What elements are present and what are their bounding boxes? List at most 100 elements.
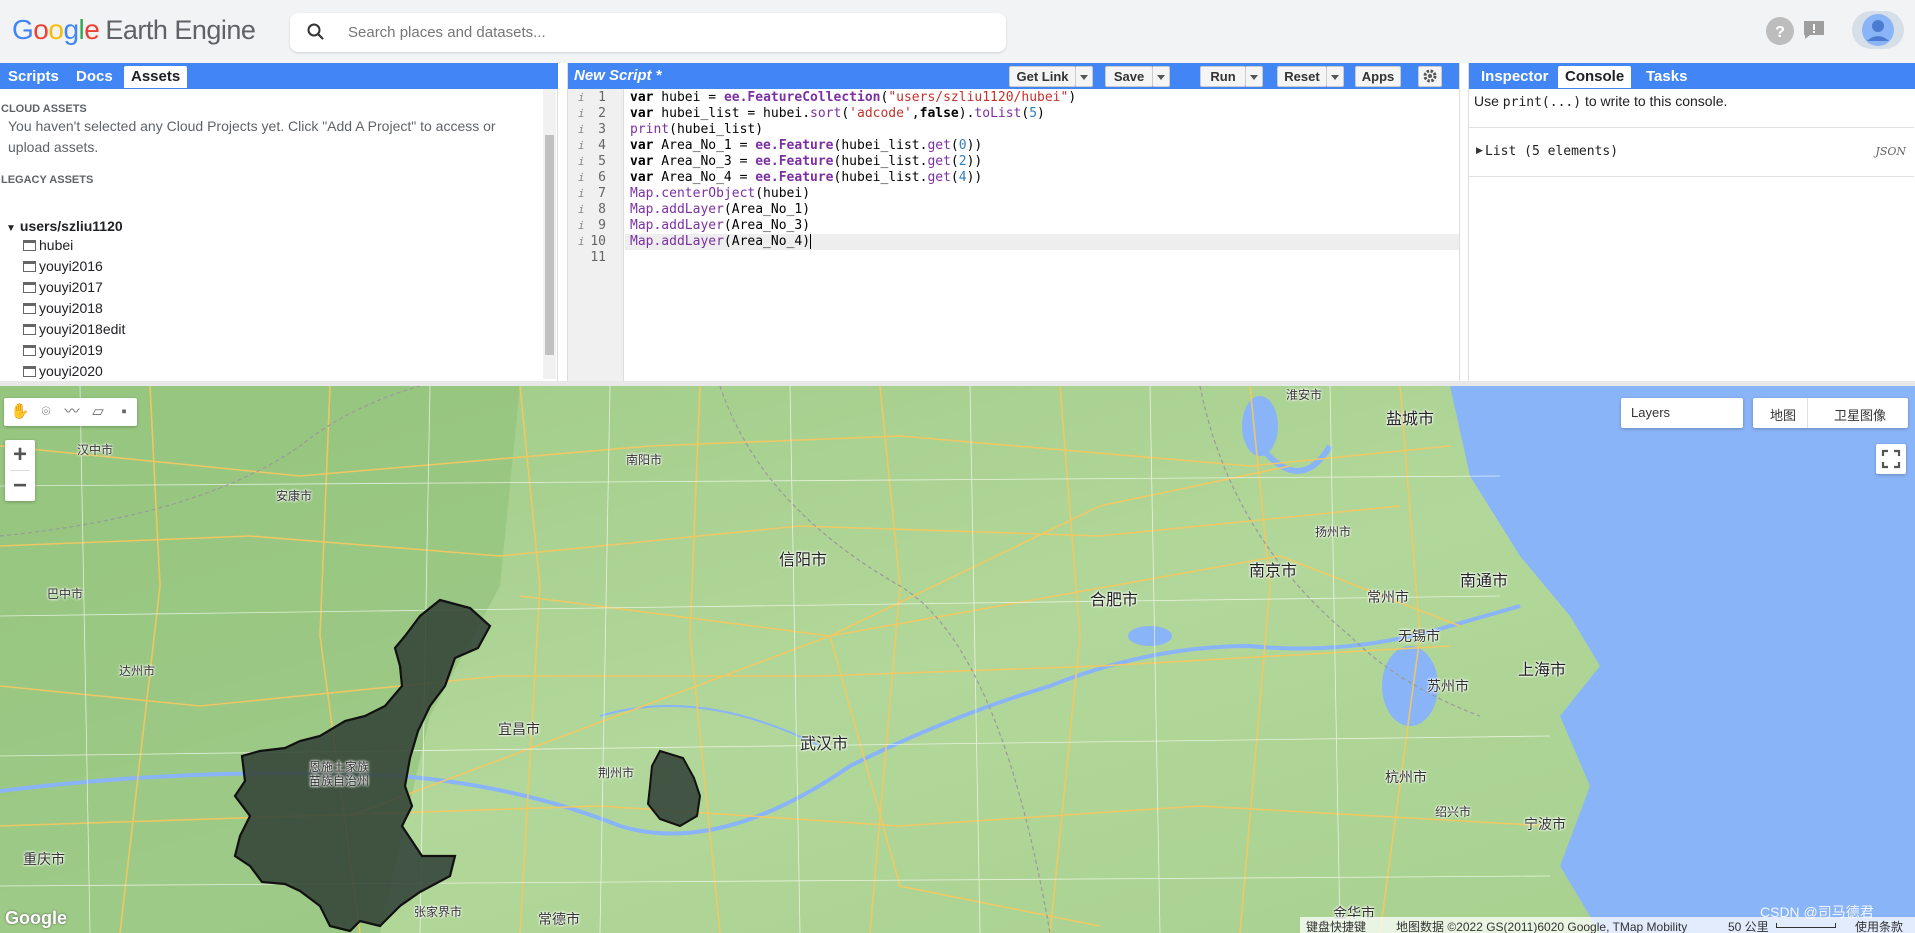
script-title[interactable]: New Script * <box>574 67 662 84</box>
code-line[interactable]: Map.addLayer(Area_No_1) <box>625 202 1459 218</box>
search-input[interactable] <box>348 19 988 45</box>
keyboard-shortcuts-link[interactable]: 键盘快捷键 <box>1306 918 1366 933</box>
asset-item[interactable]: youyi2018 <box>23 298 103 318</box>
table-icon <box>23 261 36 272</box>
map-attribution: 键盘快捷键 地图数据 ©2022 GS(2011)6020 Google, TM… <box>1300 917 1915 933</box>
search-box[interactable] <box>290 13 1006 52</box>
expand-arrow-icon[interactable]: ▶ <box>1476 145 1483 156</box>
asset-item[interactable]: youyi2016 <box>23 256 103 276</box>
tab-console[interactable]: Console <box>1558 66 1632 88</box>
city-label: 汉中市 <box>77 443 114 457</box>
city-label: 武汉市 <box>800 736 849 753</box>
settings-gear-icon[interactable] <box>1418 66 1442 87</box>
map-type-satellite[interactable]: 卫星图像 <box>1834 405 1886 424</box>
account-avatar[interactable] <box>1852 11 1904 49</box>
table-icon <box>23 366 36 377</box>
asset-root-folder[interactable]: ▼ users/szliu1120 <box>6 218 123 234</box>
tab-inspector[interactable]: Inspector <box>1474 66 1556 88</box>
city-label: 扬州市 <box>1315 525 1352 539</box>
city-label: 上海市 <box>1518 662 1567 679</box>
map-canvas[interactable]: 汉中市 安康市 南阳市 巴中市 达州市 信阳市 合肥市 南京市 盐城市 扬州市 … <box>0 386 1915 933</box>
code-line[interactable]: Map.addLayer(Area_No_3) <box>625 218 1459 234</box>
code-line[interactable]: Map.centerObject(hubei) <box>625 186 1459 202</box>
code-area[interactable]: var hubei = ee.FeatureCollection("users/… <box>625 89 1459 381</box>
code-line[interactable]: var Area_No_3 = ee.Feature(hubei_list.ge… <box>625 154 1459 170</box>
cloud-assets-message: You haven't selected any Cloud Projects … <box>8 118 496 155</box>
line-number: i2 <box>578 106 606 121</box>
reset-dropdown[interactable] <box>1327 66 1344 87</box>
get-link-button[interactable]: Get Link <box>1009 66 1076 87</box>
line-number: i5 <box>578 154 606 169</box>
tab-docs[interactable]: Docs <box>69 66 120 88</box>
reset-button[interactable]: Reset <box>1277 66 1327 87</box>
expand-triangle-icon[interactable]: ▼ <box>6 223 16 234</box>
hand-pan-icon[interactable]: ✋ <box>10 402 30 422</box>
line-number: i7 <box>578 186 606 201</box>
asset-item[interactable]: youyi2020 <box>23 361 103 381</box>
save-dropdown[interactable] <box>1153 66 1170 87</box>
code-line[interactable] <box>625 250 1459 266</box>
help-icon[interactable]: ? <box>1766 17 1794 45</box>
code-line[interactable]: var Area_No_4 = ee.Feature(hubei_list.ge… <box>625 170 1459 186</box>
line-number: i6 <box>578 170 606 185</box>
terms-link[interactable]: 使用条款 <box>1855 918 1903 933</box>
rectangle-draw-icon[interactable]: ▪ <box>114 402 134 422</box>
code-line-active[interactable]: Map.addLayer(Area_No_4) <box>625 234 1459 250</box>
console-list-label[interactable]: List (5 elements) <box>1485 144 1618 159</box>
get-link-dropdown[interactable] <box>1076 66 1093 87</box>
feedback-icon[interactable] <box>1802 19 1826 41</box>
fullscreen-icon[interactable] <box>1876 444 1906 474</box>
run-dropdown[interactable] <box>1246 66 1263 87</box>
line-draw-icon[interactable]: 〰 <box>62 402 82 422</box>
line-number: i4 <box>578 138 606 153</box>
json-toggle[interactable]: JSON <box>1875 145 1906 158</box>
code-line[interactable]: var hubei = ee.FeatureCollection("users/… <box>625 90 1459 106</box>
table-icon <box>23 282 36 293</box>
code-line[interactable]: var hubei_list = hubei.sort('adcode',fal… <box>625 106 1459 122</box>
info-icon: i <box>578 219 585 232</box>
tab-assets[interactable]: Assets <box>124 66 188 88</box>
zoom-in-button[interactable]: + <box>5 440 35 470</box>
line-number-gutter: i1 i2 i3 i4 i5 i6 i7 i8 i9 i 10 11 <box>568 89 624 381</box>
city-label: 苗族自治州 <box>309 774 370 788</box>
assets-scrollbar[interactable] <box>543 89 556 379</box>
city-label: 南京市 <box>1249 563 1298 580</box>
save-button[interactable]: Save <box>1105 66 1153 87</box>
tab-scripts[interactable]: Scripts <box>1 66 66 88</box>
city-label: 绍兴市 <box>1435 805 1472 819</box>
table-icon <box>23 345 36 356</box>
info-icon: i <box>578 235 585 248</box>
city-label: 苏州市 <box>1427 678 1469 694</box>
scrollbar-thumb[interactable] <box>545 135 554 355</box>
svg-text:?: ? <box>1775 24 1785 41</box>
right-tab-bar: Inspector Console Tasks <box>1469 63 1915 89</box>
console-hint: Use print(...) to write to this console. <box>1474 93 1728 110</box>
legacy-assets-heading: LEGACY ASSETS <box>1 174 94 186</box>
city-label: 常州市 <box>1367 589 1409 605</box>
apps-button[interactable]: Apps <box>1355 66 1401 87</box>
zoom-controls: + − <box>5 440 35 501</box>
assets-tree: CLOUD ASSETS You haven't selected any Cl… <box>0 89 542 400</box>
map-type-roadmap[interactable]: 地图 <box>1770 405 1796 424</box>
asset-item[interactable]: youyi2017 <box>23 277 103 297</box>
code-line[interactable]: var Area_No_1 = ee.Feature(hubei_list.ge… <box>625 138 1459 154</box>
layers-dropdown[interactable]: Layers <box>1621 398 1743 428</box>
tab-tasks[interactable]: Tasks <box>1639 66 1694 88</box>
asset-item[interactable]: youyi2018edit <box>23 319 125 339</box>
city-label: 南通市 <box>1460 573 1509 590</box>
assets-panel: Scripts Docs Assets CLOUD ASSETS You hav… <box>0 63 558 400</box>
city-label: 信阳市 <box>779 552 828 569</box>
asset-item[interactable]: hubei <box>23 235 73 255</box>
city-label: 宁波市 <box>1524 816 1566 832</box>
code-line[interactable]: print(hubei_list) <box>625 122 1459 138</box>
earth-engine-logo[interactable]: Google Earth Engine <box>12 14 256 46</box>
zoom-out-button[interactable]: − <box>5 471 35 501</box>
console-output-row[interactable]: ▶ List (5 elements) JSON <box>1469 127 1914 177</box>
console-panel: Inspector Console Tasks Use print(...) t… <box>1468 63 1915 381</box>
polygon-draw-icon[interactable]: ▱ <box>88 402 108 422</box>
asset-item[interactable]: youyi2019 <box>23 340 103 360</box>
point-marker-icon[interactable]: ⌾ <box>36 402 56 422</box>
info-icon: i <box>578 91 585 104</box>
line-number: 11 <box>590 250 606 265</box>
run-button[interactable]: Run <box>1200 66 1246 87</box>
